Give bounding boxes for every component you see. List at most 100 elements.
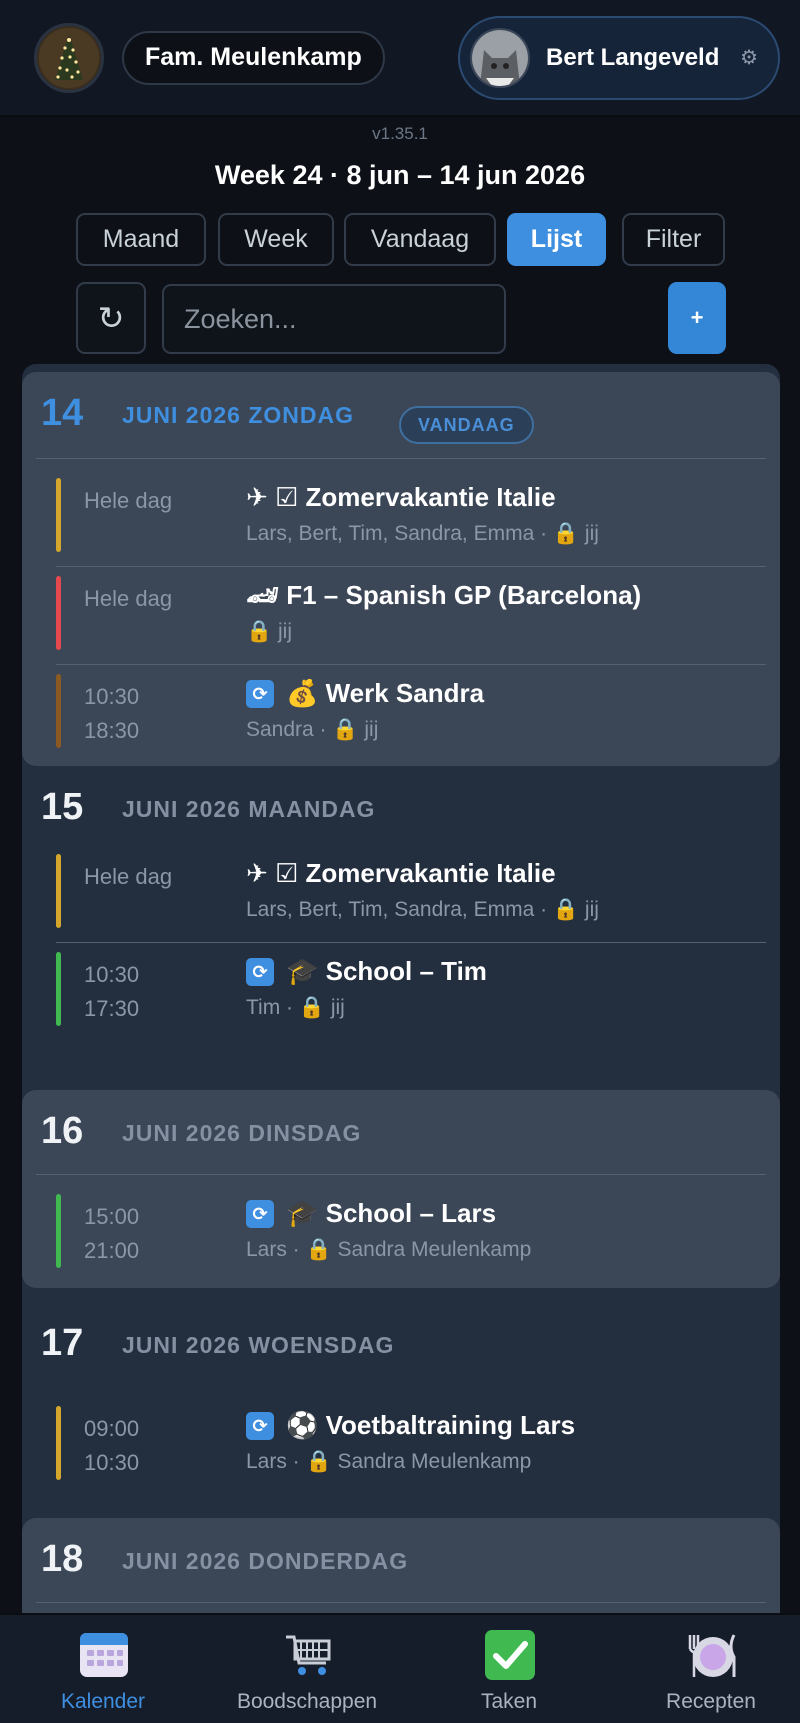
day-label: JUNI 2026 DONDERDAG (122, 1548, 409, 1574)
event-title-row: ⟳ ⚽ Voetbaltraining Lars (246, 1410, 575, 1441)
plate-icon (686, 1629, 738, 1681)
event-start-time: 10:30 (84, 684, 140, 709)
day-group: 16 JUNI 2026 DINSDAG 15:00 21:00 ⟳ 🎓 Scho… (22, 1090, 780, 1288)
event-end-time: 21:00 (84, 1238, 140, 1263)
event-time: 10:30 17:30 (84, 958, 139, 1026)
event-item[interactable]: 09:00 10:30 ⟳ ⚽ Voetbaltraining Lars Lars… (56, 1398, 766, 1494)
event-color-bar (56, 952, 61, 1026)
event-meta: 🔒 jij (246, 620, 292, 643)
event-title: 🏎 F1 – Spanish GP (Barcelona) (246, 580, 642, 610)
app-version: v1.35.1 (372, 124, 428, 143)
divider (36, 1174, 766, 1175)
day-header: 18 JUNI 2026 DONDERDAG (22, 1518, 780, 1598)
app: Fam. Meulenkamp Bert Langeveld ⚙ v1.35.1… (0, 0, 800, 1723)
event-item[interactable]: Hele dag ✈ ☑ Zomervakantie Italie Lars, … (56, 470, 766, 566)
event-item[interactable]: 10:30 18:30 ⟳ 💰 Werk Sandra Sandra · 🔒 ji… (56, 666, 766, 762)
gear-icon[interactable]: ⚙ (740, 45, 758, 70)
event-item[interactable]: Hele dag 🏎 F1 – Spanish GP (Barcelona) 🔒… (56, 568, 766, 664)
nav-recepten[interactable]: Recepten (626, 1615, 796, 1723)
day-number: 18 (41, 1538, 84, 1580)
event-end-time: 18:30 (84, 718, 140, 743)
nav-label: Kalender (60, 1690, 146, 1713)
event-color-bar (56, 576, 61, 650)
event-title: ✈ ☑ Zomervakantie Italie (246, 482, 556, 512)
day-label: JUNI 2026 MAANDAG (122, 796, 376, 822)
divider (36, 458, 766, 459)
week-title: Week 24 · 8 jun – 14 jun 2026 (214, 160, 586, 190)
event-title: 🎓 School – Tim (286, 956, 487, 986)
divider (56, 566, 766, 567)
today-badge: VANDAAG (399, 406, 534, 444)
tab-filter[interactable]: Filter (622, 213, 725, 266)
sync-icon: ⟳ (246, 680, 274, 708)
event-item[interactable]: Hele dag ✈ ☑ Zomervakantie Italie Lars, … (56, 846, 766, 942)
event-color-bar (56, 854, 61, 928)
tab-maand[interactable]: Maand (76, 213, 206, 266)
nav-boodschappen[interactable]: Boodschappen (222, 1615, 392, 1723)
event-start-time: 15:00 (84, 1204, 140, 1229)
event-meta: Lars, Bert, Tim, Sandra, Emma · 🔒 jij (246, 898, 599, 921)
shopping-cart-icon (282, 1629, 334, 1681)
bottom-nav: Kalender Boodschappen Taken Recepten (0, 1613, 800, 1723)
day-group: 17 JUNI 2026 WOENSDAG 09:00 10:30 ⟳ ⚽ Voe… (22, 1302, 780, 1482)
event-meta: Sandra · 🔒 jij (246, 718, 379, 741)
day-label: JUNI 2026 WOENSDAG (122, 1332, 395, 1358)
divider (36, 1602, 766, 1603)
family-avatar[interactable] (34, 22, 104, 93)
add-event-button[interactable]: + (668, 282, 726, 354)
sync-icon: ⟳ (246, 958, 274, 986)
event-color-bar (56, 1406, 61, 1480)
plus-icon: + (690, 305, 704, 330)
event-time: Hele dag (84, 488, 173, 513)
nav-kalender[interactable]: Kalender (18, 1615, 188, 1723)
day-group: 15 JUNI 2026 MAANDAG Hele dag ✈ ☑ Zomerv… (22, 766, 780, 1052)
tab-lijst[interactable]: Lijst (507, 213, 606, 266)
checkmark-icon (484, 1629, 536, 1681)
event-title: ✈ ☑ Zomervakantie Italie (246, 858, 556, 888)
event-meta: Lars · 🔒 Sandra Meulenkamp (246, 1450, 532, 1473)
calendar-icon (78, 1629, 130, 1681)
refresh-button[interactable]: ↻ (76, 282, 146, 354)
day-group: 14 JUNI 2026 ZONDAG VANDAAG Hele dag ✈ ☑… (22, 372, 780, 766)
day-group: 18 JUNI 2026 DONDERDAG (22, 1518, 780, 1614)
event-time: Hele dag (84, 586, 173, 611)
event-title: ⚽ Voetbaltraining Lars (286, 1410, 576, 1440)
day-header: 14 JUNI 2026 ZONDAG VANDAAG (22, 372, 780, 452)
event-item[interactable]: 15:00 21:00 ⟳ 🎓 School – Lars Lars · 🔒 Sa… (56, 1186, 766, 1282)
event-time: 10:30 18:30 (84, 680, 139, 748)
nav-label: Recepten (666, 1690, 756, 1713)
event-title-row: ⟳ 🎓 School – Lars (246, 1198, 496, 1229)
event-time: 15:00 21:00 (84, 1200, 139, 1268)
event-meta: Tim · 🔒 jij (246, 996, 345, 1019)
event-item[interactable]: 10:30 17:30 ⟳ 🎓 School – Tim Tim · 🔒 jij (56, 944, 766, 1040)
refresh-icon: ↻ (97, 300, 125, 336)
day-number: 15 (41, 786, 84, 828)
family-name: Fam. Meulenkamp (145, 43, 362, 71)
tab-week[interactable]: Week (218, 213, 334, 266)
user-avatar (470, 27, 530, 88)
search-input[interactable]: Zoeken... (162, 284, 506, 354)
nav-label: Boodschappen (236, 1690, 378, 1713)
day-header: 17 JUNI 2026 WOENSDAG (22, 1302, 780, 1382)
nav-label: Taken (480, 1690, 538, 1713)
event-time: Hele dag (84, 864, 173, 889)
event-time: 09:00 10:30 (84, 1412, 139, 1480)
day-header: 15 JUNI 2026 MAANDAG (22, 766, 780, 846)
nav-taken[interactable]: Taken (424, 1615, 594, 1723)
user-menu-button[interactable]: Bert Langeveld ⚙ (458, 15, 780, 100)
search-placeholder: Zoeken... (184, 303, 297, 334)
event-title: 🎓 School – Lars (286, 1198, 497, 1228)
day-number: 17 (41, 1322, 84, 1364)
day-label: JUNI 2026 ZONDAG (122, 402, 355, 428)
day-label: JUNI 2026 DINSDAG (122, 1120, 362, 1146)
day-number: 14 (41, 392, 84, 434)
event-list: 14 JUNI 2026 ZONDAG VANDAAG Hele dag ✈ ☑… (22, 364, 780, 1614)
event-title-row: ⟳ 🎓 School – Tim (246, 956, 487, 987)
user-name: Bert Langeveld (546, 43, 720, 71)
sync-icon: ⟳ (246, 1200, 274, 1228)
event-meta: Lars · 🔒 Sandra Meulenkamp (246, 1238, 532, 1261)
event-start-time: 10:30 (84, 962, 140, 987)
tab-vandaag[interactable]: Vandaag (344, 213, 496, 266)
event-start-time: 09:00 (84, 1416, 140, 1441)
family-selector[interactable]: Fam. Meulenkamp (122, 30, 385, 85)
